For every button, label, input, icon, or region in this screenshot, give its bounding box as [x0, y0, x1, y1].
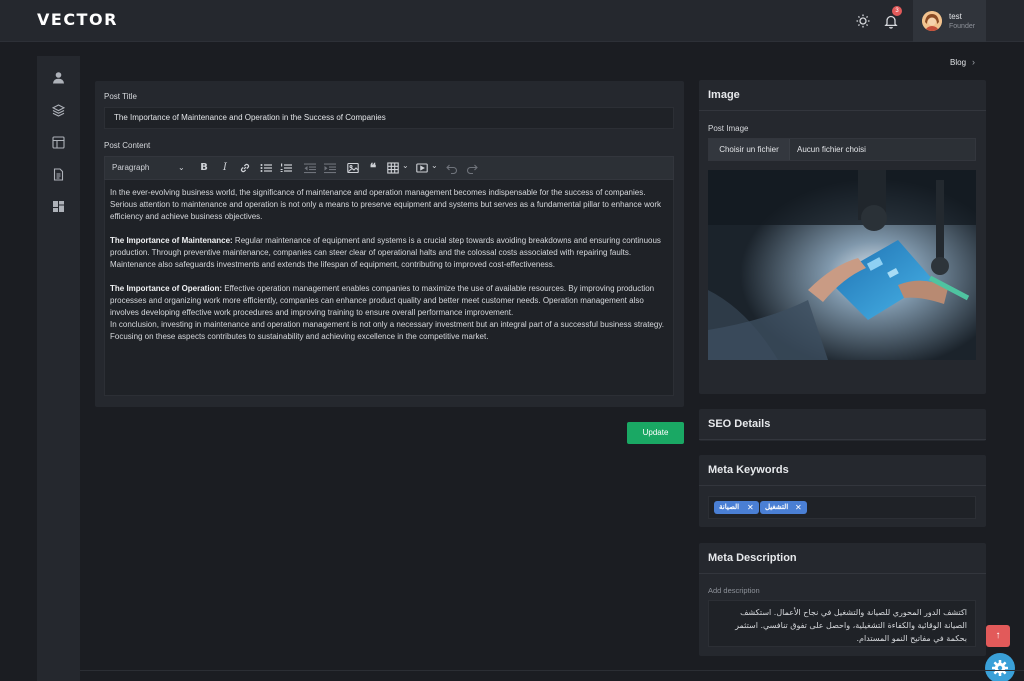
post-content-editor[interactable]: In the ever-evolving business world, the… — [104, 180, 674, 396]
grid-icon[interactable] — [52, 200, 65, 213]
top-navbar: VECTOR 3 test Founder — [0, 0, 1024, 42]
image-icon[interactable] — [346, 161, 360, 175]
sun-icon[interactable] — [855, 13, 871, 29]
keywords-input[interactable]: الصيانة ✕ التشغيل ✕ — [708, 496, 976, 519]
chevron-down-icon: ⌄ — [431, 161, 438, 170]
post-content-label: Post Content — [104, 141, 151, 150]
scroll-to-top-button[interactable]: ↑ — [986, 625, 1010, 647]
layers-icon[interactable] — [51, 104, 66, 117]
user-icon[interactable] — [52, 71, 65, 84]
redo-icon[interactable] — [465, 161, 479, 175]
numbered-list-icon[interactable] — [279, 161, 293, 175]
layout-icon[interactable] — [52, 136, 65, 149]
chevron-right-icon: › — [972, 57, 975, 67]
italic-icon[interactable]: I — [218, 161, 232, 175]
user-role: Founder — [949, 23, 976, 30]
post-image-preview — [708, 170, 976, 360]
user-name: test — [949, 12, 962, 21]
image-card-title: Image — [708, 89, 740, 101]
seo-details-card: SEO Details — [699, 409, 986, 441]
editor-toolbar: Paragraph ⌄ B I ❝ ⌄ ⌄ — [104, 156, 674, 180]
close-icon[interactable]: ✕ — [747, 501, 754, 514]
undo-icon[interactable] — [445, 161, 459, 175]
file-input[interactable]: Choisir un fichier Aucun fichier choisi — [708, 138, 976, 161]
content-paragraph: The Importance of Operation: Effective o… — [110, 284, 655, 317]
paragraph-select[interactable]: Paragraph ⌄ — [112, 161, 186, 175]
content-paragraph: The Importance of Maintenance: Regular m… — [110, 236, 661, 269]
content-paragraph: In the ever-evolving business world, the… — [110, 188, 661, 221]
gear-icon — [992, 660, 1008, 676]
brand-logo[interactable]: VECTOR — [37, 10, 118, 29]
settings-button[interactable] — [985, 653, 1015, 681]
arrow-up-icon: ↑ — [995, 630, 1001, 641]
sidebar — [37, 56, 80, 681]
outdent-icon[interactable] — [303, 161, 317, 175]
avatar — [922, 11, 942, 31]
description-placeholder-label: Add description — [708, 586, 760, 595]
media-embed-icon[interactable]: ⌄ — [416, 161, 440, 175]
breadcrumb[interactable]: Blog — [950, 58, 966, 67]
update-button[interactable]: Update — [627, 422, 684, 444]
chevron-down-icon: ⌄ — [178, 163, 185, 172]
chevron-down-icon: ⌄ — [402, 161, 409, 170]
meta-keywords-title: Meta Keywords — [708, 464, 789, 476]
content-paragraph: In conclusion, investing in maintenance … — [110, 320, 664, 341]
file-name-text: Aucun fichier choisi — [797, 145, 866, 154]
meta-description-title: Meta Description — [708, 552, 797, 564]
seo-details-title: SEO Details — [708, 418, 771, 430]
notification-badge: 3 — [892, 6, 902, 16]
table-icon[interactable]: ⌄ — [387, 161, 409, 175]
post-title-label: Post Title — [104, 92, 137, 101]
footer-divider — [80, 670, 1024, 671]
post-title-input[interactable]: The Importance of Maintenance and Operat… — [104, 107, 674, 129]
bullet-list-icon[interactable] — [259, 161, 273, 175]
post-image-label: Post Image — [708, 124, 749, 133]
document-icon[interactable] — [52, 168, 65, 181]
blockquote-icon[interactable]: ❝ — [366, 161, 380, 175]
close-icon[interactable]: ✕ — [795, 501, 802, 514]
link-icon[interactable] — [238, 161, 252, 175]
bold-icon[interactable]: B — [197, 161, 211, 175]
user-menu[interactable]: test Founder — [913, 0, 986, 42]
indent-icon[interactable] — [323, 161, 337, 175]
choose-file-button[interactable]: Choisir un fichier — [709, 139, 790, 160]
meta-description-textarea[interactable]: اكتشف الدور المحوري للصيانة والتشغيل في … — [708, 600, 976, 647]
